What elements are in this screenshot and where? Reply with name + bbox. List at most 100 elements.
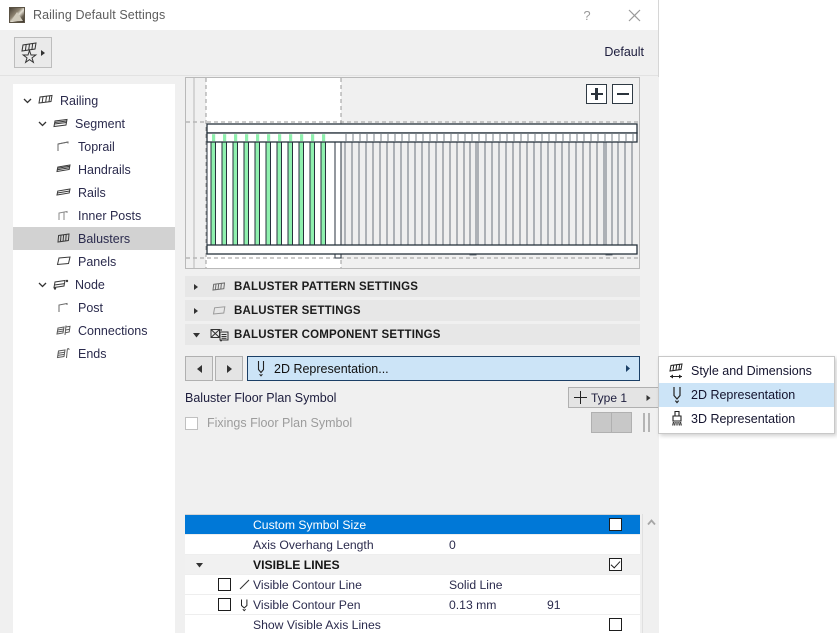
railing-icon: [35, 94, 57, 107]
chevron-down-icon[interactable]: [185, 331, 207, 339]
railing-preview-drawing: [186, 78, 639, 268]
preview-zoom-controls: [586, 84, 633, 104]
sidebar-item-connections[interactable]: Connections: [13, 319, 175, 342]
table-row[interactable]: Axis Overhang Length 0: [185, 535, 640, 555]
pen-icon: [235, 598, 253, 612]
rails-icon: [53, 186, 75, 199]
toprail-icon: [53, 140, 75, 153]
menu-item-3d-representation[interactable]: 3D Representation: [659, 407, 834, 431]
table-row[interactable]: VISIBLE LINES: [185, 555, 640, 575]
help-button[interactable]: ?: [564, 0, 610, 30]
row-label: Visible Contour Line: [253, 577, 362, 592]
zoom-out-button[interactable]: [612, 84, 633, 104]
plus-icon: [569, 387, 591, 408]
sidebar-item-railing[interactable]: Railing: [13, 89, 175, 112]
favorites-button[interactable]: [14, 37, 52, 68]
visible-contour-pen-checkbox[interactable]: [213, 598, 235, 611]
pen-2d-icon: [663, 385, 691, 405]
representation-dropdown[interactable]: 2D Representation...: [247, 356, 640, 381]
screen: Railing Default Settings ? Default Raili…: [0, 0, 837, 633]
menu-item-label: 2D Representation: [691, 388, 796, 402]
menu-item-label: Style and Dimensions: [691, 364, 812, 378]
railing-preview[interactable]: [185, 77, 640, 269]
visible-lines-twisty[interactable]: [185, 561, 213, 569]
visible-contour-line-value[interactable]: Solid Line: [449, 578, 547, 592]
sidebar-item-label: Balusters: [78, 231, 131, 246]
table-scrollbar[interactable]: [642, 514, 659, 633]
custom-symbol-size-checkbox[interactable]: [589, 518, 640, 531]
visible-lines-checkbox[interactable]: [589, 558, 640, 571]
zoom-in-button[interactable]: [586, 84, 607, 104]
fixings-swatch-right: [611, 412, 632, 433]
balusters-icon: [53, 232, 75, 245]
chevron-right-icon[interactable]: [185, 283, 207, 291]
baluster-floor-plan-symbol-label: Baluster Floor Plan Symbol: [185, 391, 337, 405]
sidebar-item-label: Node: [75, 277, 105, 292]
table-row[interactable]: Custom Symbol Size: [185, 515, 640, 535]
sidebar-item-handrails[interactable]: Handrails: [13, 158, 175, 181]
sidebar-item-inner-posts[interactable]: Inner Posts: [13, 204, 175, 227]
sidebar-item-ends[interactable]: Ends: [13, 342, 175, 365]
symbol-type-button[interactable]: Type 1: [568, 387, 659, 408]
chevron-right-icon[interactable]: [185, 307, 207, 315]
visible-contour-pen-number[interactable]: 91: [547, 598, 589, 612]
connections-icon: [53, 324, 75, 337]
sidebar-item-rails[interactable]: Rails: [13, 181, 175, 204]
sidebar-item-label: Connections: [78, 323, 148, 338]
sidebar-item-post[interactable]: Post: [13, 296, 175, 319]
visible-contour-pen-value[interactable]: 0.13 mm: [449, 598, 547, 612]
chevron-right-icon[interactable]: [645, 391, 652, 405]
pen-2d-icon: [248, 359, 274, 378]
node-icon: [50, 278, 72, 291]
question-mark-icon: ?: [583, 7, 591, 23]
section-label: BALUSTER COMPONENT SETTINGS: [234, 328, 441, 341]
chevron-down-icon: [195, 562, 203, 567]
row-label: Axis Overhang Length: [253, 537, 374, 552]
representation-popup-menu[interactable]: Style and Dimensions 2D Representation 3…: [658, 356, 835, 434]
close-icon: [628, 9, 640, 21]
sidebar-item-balusters[interactable]: Balusters: [13, 227, 175, 250]
scroll-up-button[interactable]: [643, 514, 659, 531]
sidebar-item-toprail[interactable]: Toprail: [13, 135, 175, 158]
representation-pager: 2D Representation...: [185, 356, 640, 381]
table-row[interactable]: Show Visible Axis Lines: [185, 615, 640, 633]
plus-icon-vertical: [595, 88, 598, 100]
settings-content-pane: BALUSTER PATTERN SETTINGS BALUSTER SETTI…: [185, 77, 659, 633]
section-baluster-pattern-settings[interactable]: BALUSTER PATTERN SETTINGS: [185, 276, 640, 297]
axis-overhang-length-value[interactable]: 0: [449, 538, 547, 552]
baluster-icon: [207, 305, 231, 317]
symbol-type-label: Type 1: [591, 390, 628, 405]
sidebar-item-segment[interactable]: Segment: [13, 112, 175, 135]
fixings-checkbox[interactable]: [185, 416, 207, 430]
sidebar-item-panels[interactable]: Panels: [13, 250, 175, 273]
window-title: Railing Default Settings: [33, 8, 166, 22]
sidebar-item-label: Post: [78, 300, 104, 315]
line-type-icon: [235, 578, 253, 591]
next-representation-button[interactable]: [215, 356, 243, 381]
railing-default-settings-dialog: Railing Default Settings ? Default Raili…: [0, 0, 659, 633]
table-row[interactable]: Visible Contour Line Solid Line: [185, 575, 640, 595]
menu-item-2d-representation[interactable]: 2D Representation: [659, 383, 834, 407]
sidebar-item-node[interactable]: Node: [13, 273, 175, 296]
section-label: BALUSTER PATTERN SETTINGS: [234, 280, 419, 293]
dialog-toolbar: Default: [0, 30, 658, 76]
chevron-down-icon[interactable]: [20, 96, 35, 105]
table-row[interactable]: Visible Contour Pen 0.13 mm 91: [185, 595, 640, 615]
visible-contour-line-checkbox[interactable]: [213, 578, 235, 591]
right-chevron-icon[interactable]: [624, 362, 632, 376]
previous-representation-button[interactable]: [185, 356, 213, 381]
menu-item-style-and-dimensions[interactable]: Style and Dimensions: [659, 359, 834, 383]
close-button[interactable]: [610, 0, 658, 30]
sidebar-item-label: Rails: [78, 185, 106, 200]
show-visible-axis-lines-checkbox[interactable]: [589, 618, 640, 631]
baluster-component-icon: [207, 328, 231, 342]
inner-posts-icon: [53, 209, 75, 222]
chevron-down-icon[interactable]: [35, 280, 50, 289]
chevron-down-icon[interactable]: [35, 119, 50, 128]
settings-tree: Railing Segment Toprail Handrails Rails …: [13, 84, 175, 633]
section-baluster-settings[interactable]: BALUSTER SETTINGS: [185, 300, 640, 321]
section-baluster-component-settings[interactable]: BALUSTER COMPONENT SETTINGS: [185, 324, 640, 345]
fixings-symbol-preview[interactable]: [591, 412, 632, 433]
sidebar-item-label: Inner Posts: [78, 208, 142, 223]
right-arrow-icon: [226, 364, 232, 373]
